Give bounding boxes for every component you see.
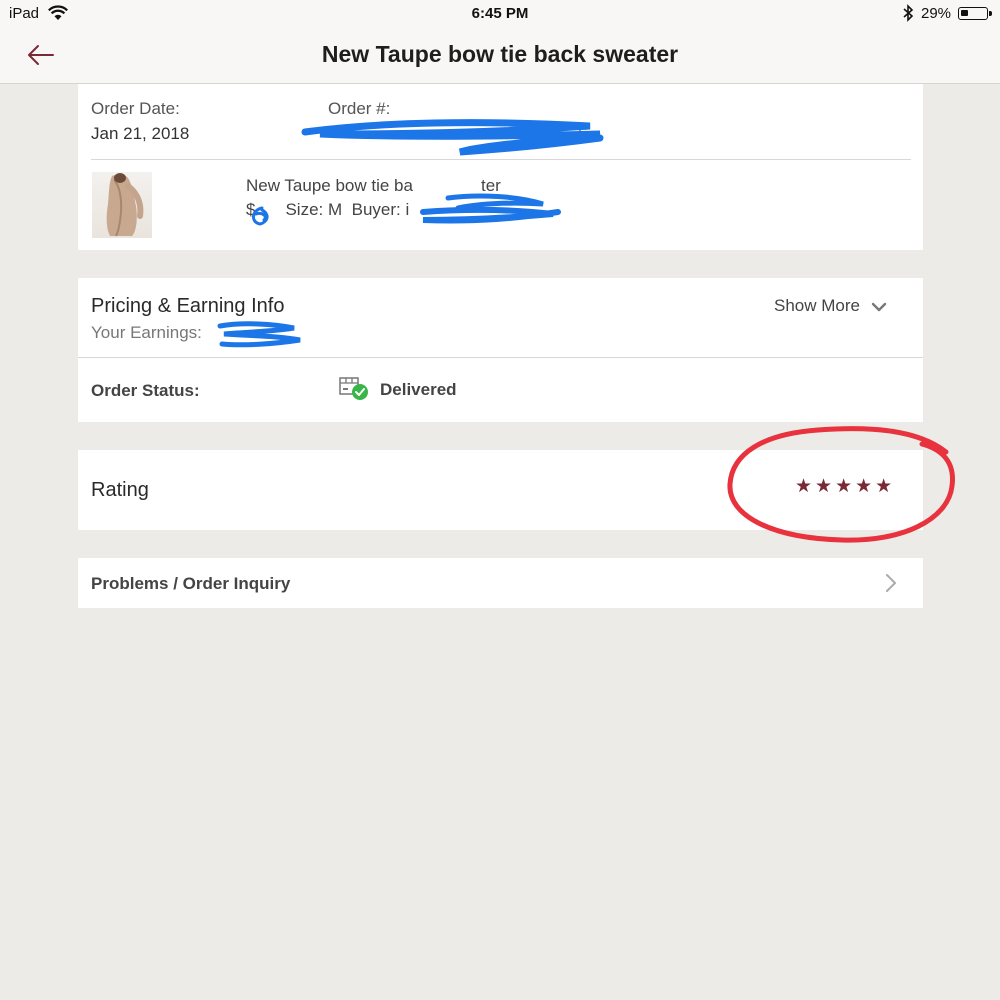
show-more-label: Show More xyxy=(774,296,860,315)
card-divider xyxy=(78,357,923,358)
nav-bar: New Taupe bow tie back sweater xyxy=(0,28,1000,84)
item-thumbnail[interactable] xyxy=(92,172,152,238)
order-summary-card: Order Date: Jan 21, 2018 Order #: 6 New … xyxy=(78,84,923,250)
order-status-value: Delivered xyxy=(380,380,457,399)
earnings-label: Your Earnings: xyxy=(91,323,202,342)
order-date-value: Jan 21, 2018 xyxy=(91,124,190,143)
page-title: New Taupe bow tie back sweater xyxy=(321,41,679,67)
chevron-down-icon xyxy=(871,302,886,311)
battery-icon xyxy=(958,7,992,20)
pricing-title: Pricing & Earning Info xyxy=(91,295,285,317)
order-status-label: Order Status: xyxy=(91,381,200,400)
package-delivered-icon xyxy=(339,377,368,400)
pricing-status-card: Pricing & Earning Info Your Earnings: Sh… xyxy=(78,278,923,422)
clock: 6:45 PM xyxy=(471,5,529,22)
status-bar: iPad 6:45 PM 29% xyxy=(0,0,1000,28)
order-inquiry-label: Problems / Order Inquiry xyxy=(91,574,291,593)
card-divider xyxy=(91,159,911,160)
redaction-scribble xyxy=(252,193,561,226)
sweater-photo-icon xyxy=(106,173,144,237)
order-inquiry-row[interactable]: Problems / Order Inquiry xyxy=(78,558,923,608)
show-more-button[interactable]: Show More xyxy=(774,296,887,316)
redaction-scribble xyxy=(301,119,604,156)
redaction-scribble xyxy=(217,321,301,348)
bluetooth-icon xyxy=(903,4,914,22)
order-date-label: Order Date: xyxy=(91,99,180,118)
annotation-circle xyxy=(727,426,955,543)
chevron-right-icon xyxy=(886,574,896,592)
battery-percent: 29% xyxy=(921,5,952,22)
rating-label: Rating xyxy=(91,479,149,501)
